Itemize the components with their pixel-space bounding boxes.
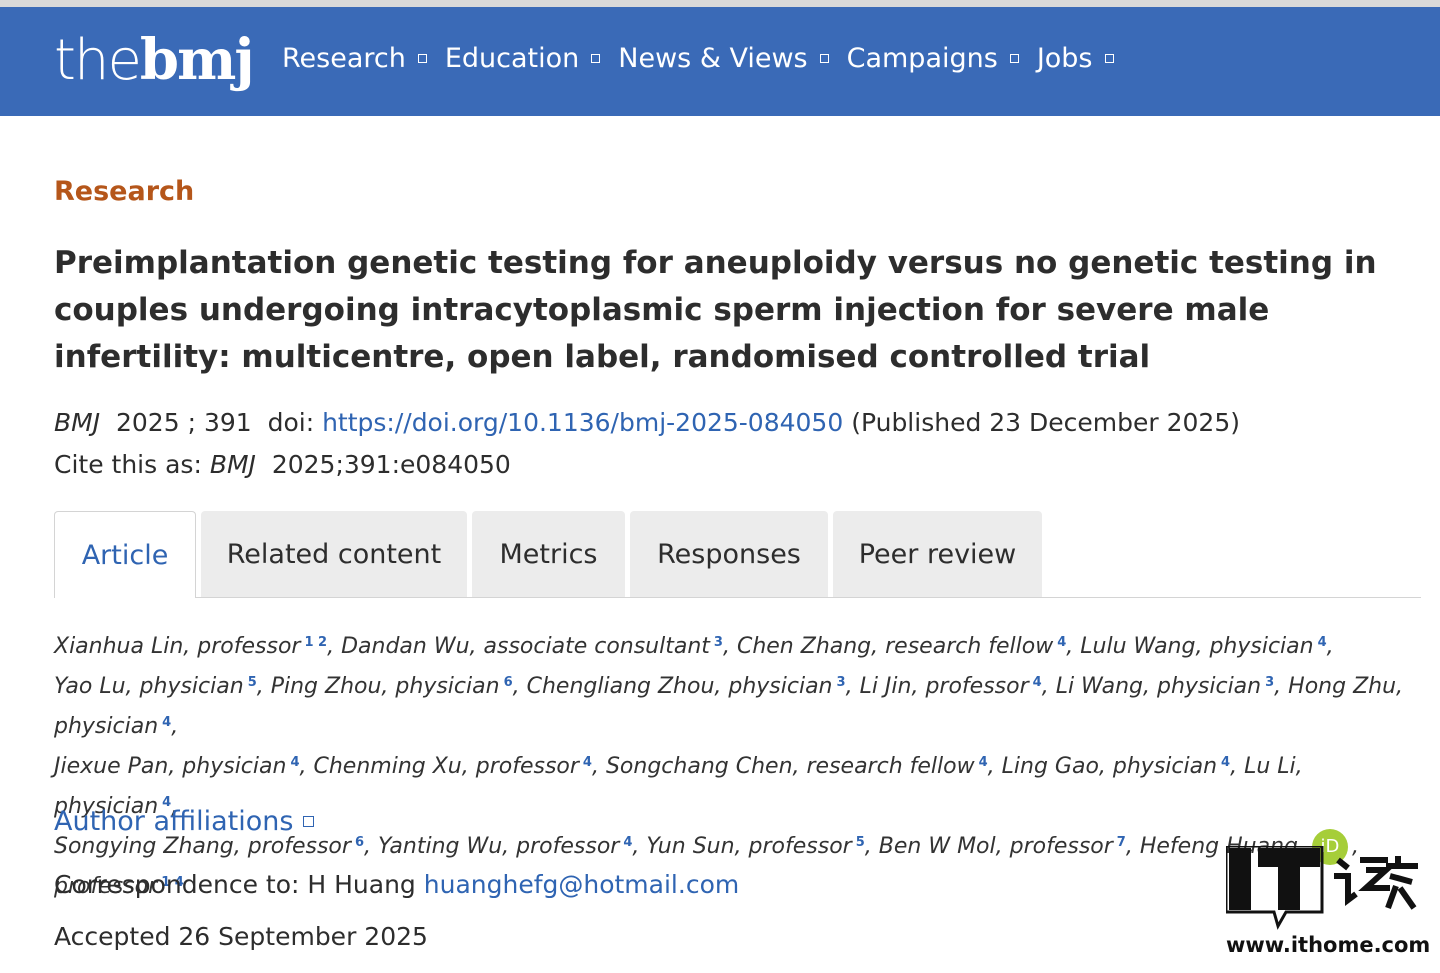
author-name[interactable]: Yao Lu, physician xyxy=(54,674,244,699)
tab-responses[interactable]: Responses xyxy=(630,511,828,598)
logo-chinese-chars xyxy=(1334,856,1418,910)
author-name[interactable]: Ping Zhou, physician xyxy=(271,674,500,699)
nav-campaigns[interactable]: Campaigns xyxy=(847,43,1019,74)
affiliation-ref[interactable]: 4 xyxy=(162,715,171,730)
expand-icon xyxy=(591,54,601,63)
nav-jobs[interactable]: Jobs xyxy=(1037,43,1114,74)
nav-research[interactable]: Research xyxy=(282,43,427,74)
tab-metrics[interactable]: Metrics xyxy=(472,511,625,598)
expand-icon xyxy=(1009,54,1019,63)
nav-news-views[interactable]: News & Views xyxy=(618,43,829,74)
nav-education[interactable]: Education xyxy=(444,43,601,74)
correspondence: Correspondence to: H Huang huanghefg@hot… xyxy=(54,870,739,899)
author-name[interactable]: Ben W Mol, professor xyxy=(879,834,1113,859)
cite-journal: BMJ xyxy=(209,450,256,479)
expand-icon xyxy=(819,54,829,63)
nav-news-label: News & Views xyxy=(618,43,808,74)
affiliation-ref[interactable]: 3 xyxy=(714,635,723,650)
published-date: (Published 23 December 2025) xyxy=(851,408,1240,437)
tab-divider xyxy=(196,597,1421,598)
author-affiliations-toggle[interactable]: Author affiliations xyxy=(54,806,315,837)
doi-prefix: doi: xyxy=(267,408,315,437)
affiliation-ref[interactable]: 4 xyxy=(1033,675,1042,690)
nav-jobs-label: Jobs xyxy=(1036,43,1093,74)
site-header: thebmj Research Education News & Views C… xyxy=(0,7,1440,116)
author-name[interactable]: Dandan Wu, associate consultant xyxy=(341,634,710,659)
affiliation-ref[interactable]: 4 xyxy=(1221,755,1230,770)
affiliation-ref[interactable]: 5 xyxy=(856,835,865,850)
cite-prefix: Cite this as: xyxy=(54,450,202,479)
cite-as-line: Cite this as: BMJ 2025;391:e084050 xyxy=(54,450,511,479)
expand-icon xyxy=(1104,54,1114,63)
author-name[interactable]: Yun Sun, professor xyxy=(646,834,851,859)
author-name[interactable]: Jiexue Pan, physician xyxy=(54,754,286,779)
main-nav: Research Education News & Views Campaign… xyxy=(282,43,1132,74)
nav-campaigns-label: Campaigns xyxy=(846,43,998,74)
author-name[interactable]: Ling Gao, physician xyxy=(1002,754,1217,779)
nav-research-label: Research xyxy=(282,43,406,74)
doi-link[interactable]: https://doi.org/10.1136/bmj-2025-084050 xyxy=(322,408,843,437)
tab-article[interactable]: Article xyxy=(54,511,196,598)
affiliation-ref[interactable]: 7 xyxy=(1117,835,1126,850)
affiliation-ref[interactable]: 4 xyxy=(979,755,988,770)
article-title: Preimplantation genetic testing for aneu… xyxy=(54,245,1377,375)
accepted-date: Accepted 26 September 2025 xyxy=(54,922,428,951)
bmj-logo[interactable]: thebmj xyxy=(54,25,255,96)
affiliation-ref[interactable]: 3 xyxy=(837,675,846,690)
watermark-url: www.ithome.com xyxy=(1226,933,1431,957)
nav-education-label: Education xyxy=(444,43,580,74)
expand-icon xyxy=(303,816,315,827)
author-name[interactable]: Songchang Chen, research fellow xyxy=(606,754,975,779)
affiliation-ref[interactable]: 1 2 xyxy=(304,635,327,650)
author-name[interactable]: Xianhua Lin, professor xyxy=(54,634,300,659)
author-name[interactable]: Lulu Wang, physician xyxy=(1080,634,1313,659)
author-name[interactable]: Yanting Wu, professor xyxy=(378,834,619,859)
affiliation-ref[interactable]: 4 xyxy=(1057,635,1066,650)
author-name[interactable]: Chengliang Zhou, physician xyxy=(527,674,833,699)
correspondence-email[interactable]: huanghefg@hotmail.com xyxy=(424,870,739,899)
affiliation-ref[interactable]: 4 xyxy=(290,755,299,770)
author-name[interactable]: Li Wang, physician xyxy=(1056,674,1261,699)
author-name[interactable]: Li Jin, professor xyxy=(860,674,1029,699)
expand-icon xyxy=(417,54,427,63)
affiliation-ref[interactable]: 3 xyxy=(1265,675,1274,690)
logo-letter-i xyxy=(1229,848,1251,910)
logo-letter-t-stem xyxy=(1278,848,1300,910)
logo-bmj: bmj xyxy=(139,27,255,93)
article-tabs: Article Related content Metrics Response… xyxy=(54,511,1047,598)
affiliation-ref[interactable]: 6 xyxy=(355,835,364,850)
affiliation-ref[interactable]: 4 xyxy=(1318,635,1327,650)
tab-peer-review[interactable]: Peer review xyxy=(833,511,1042,598)
tab-related-content[interactable]: Related content xyxy=(201,511,467,598)
year-volume: 2025 ; 391 xyxy=(116,408,252,437)
logo-the: the xyxy=(54,28,142,93)
author-name[interactable]: Chen Zhang, research fellow xyxy=(737,634,1053,659)
citation-line: BMJ 2025 ; 391 doi: https://doi.org/10.1… xyxy=(54,408,1240,437)
author-list: Xianhua Lin, professor 1 2, Dandan Wu, as… xyxy=(54,634,1404,899)
affiliation-ref[interactable]: 4 xyxy=(583,755,592,770)
affiliations-label: Author affiliations xyxy=(54,806,294,837)
journal-name: BMJ xyxy=(54,408,101,437)
author-name[interactable]: Songying Zhang, professor xyxy=(54,834,351,859)
author-name[interactable]: Chenming Xu, professor xyxy=(314,754,579,779)
affiliation-ref[interactable]: 5 xyxy=(248,675,257,690)
affiliation-ref[interactable]: 6 xyxy=(504,675,513,690)
cite-reference: 2025;391:e084050 xyxy=(271,450,511,479)
affiliation-ref[interactable]: 4 xyxy=(623,835,632,850)
top-strip xyxy=(0,0,1440,7)
article-section-label: Research xyxy=(54,176,195,207)
correspondence-prefix: Correspondence to: H Huang xyxy=(54,870,416,899)
